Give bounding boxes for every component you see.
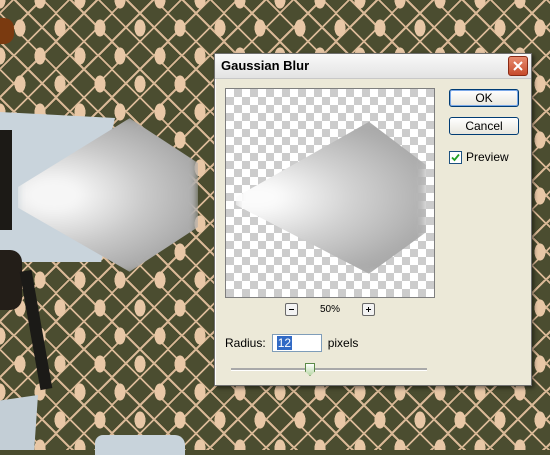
zoom-out-button[interactable] <box>284 302 298 316</box>
radius-slider[interactable] <box>231 363 427 377</box>
slider-thumb[interactable] <box>305 363 315 376</box>
radius-label: Radius: <box>225 336 266 350</box>
preview-checkbox[interactable] <box>449 150 462 164</box>
zoom-in-button[interactable] <box>362 302 375 316</box>
ok-button[interactable]: OK <box>449 89 519 107</box>
zoom-level: 50% <box>319 303 340 315</box>
canvas-paper-scrap <box>0 395 38 450</box>
preview-blurred-shape <box>236 121 426 274</box>
slider-track[interactable] <box>231 368 427 371</box>
zoom-in-icon <box>366 306 371 312</box>
preview-checkbox-row[interactable]: Preview <box>449 150 509 164</box>
radius-unit: pixels <box>327 336 359 350</box>
gaussian-blur-dialog: Gaussian Blur 50% Radius: 12 pixels OK C… <box>214 53 532 386</box>
cancel-button[interactable]: Cancel <box>449 117 519 135</box>
radius-value: 12 <box>276 336 293 350</box>
preview-label: Preview <box>466 150 509 164</box>
close-button[interactable] <box>508 56 528 76</box>
dialog-titlebar[interactable]: Gaussian Blur <box>215 54 531 79</box>
checkmark-icon <box>451 153 460 161</box>
preview-area[interactable] <box>225 88 435 298</box>
canvas-lantern-base <box>0 250 22 310</box>
radius-input[interactable]: 12 <box>271 334 322 352</box>
canvas-lantern-post <box>0 130 12 230</box>
close-icon <box>513 61 523 71</box>
radius-row: Radius: 12 pixels <box>225 332 358 354</box>
canvas-lantern-cap <box>0 18 14 44</box>
zoom-out-icon <box>288 308 294 310</box>
dialog-title: Gaussian Blur <box>221 58 310 73</box>
zoom-controls: 50% <box>225 301 435 317</box>
canvas-paper-scrap <box>95 435 185 455</box>
